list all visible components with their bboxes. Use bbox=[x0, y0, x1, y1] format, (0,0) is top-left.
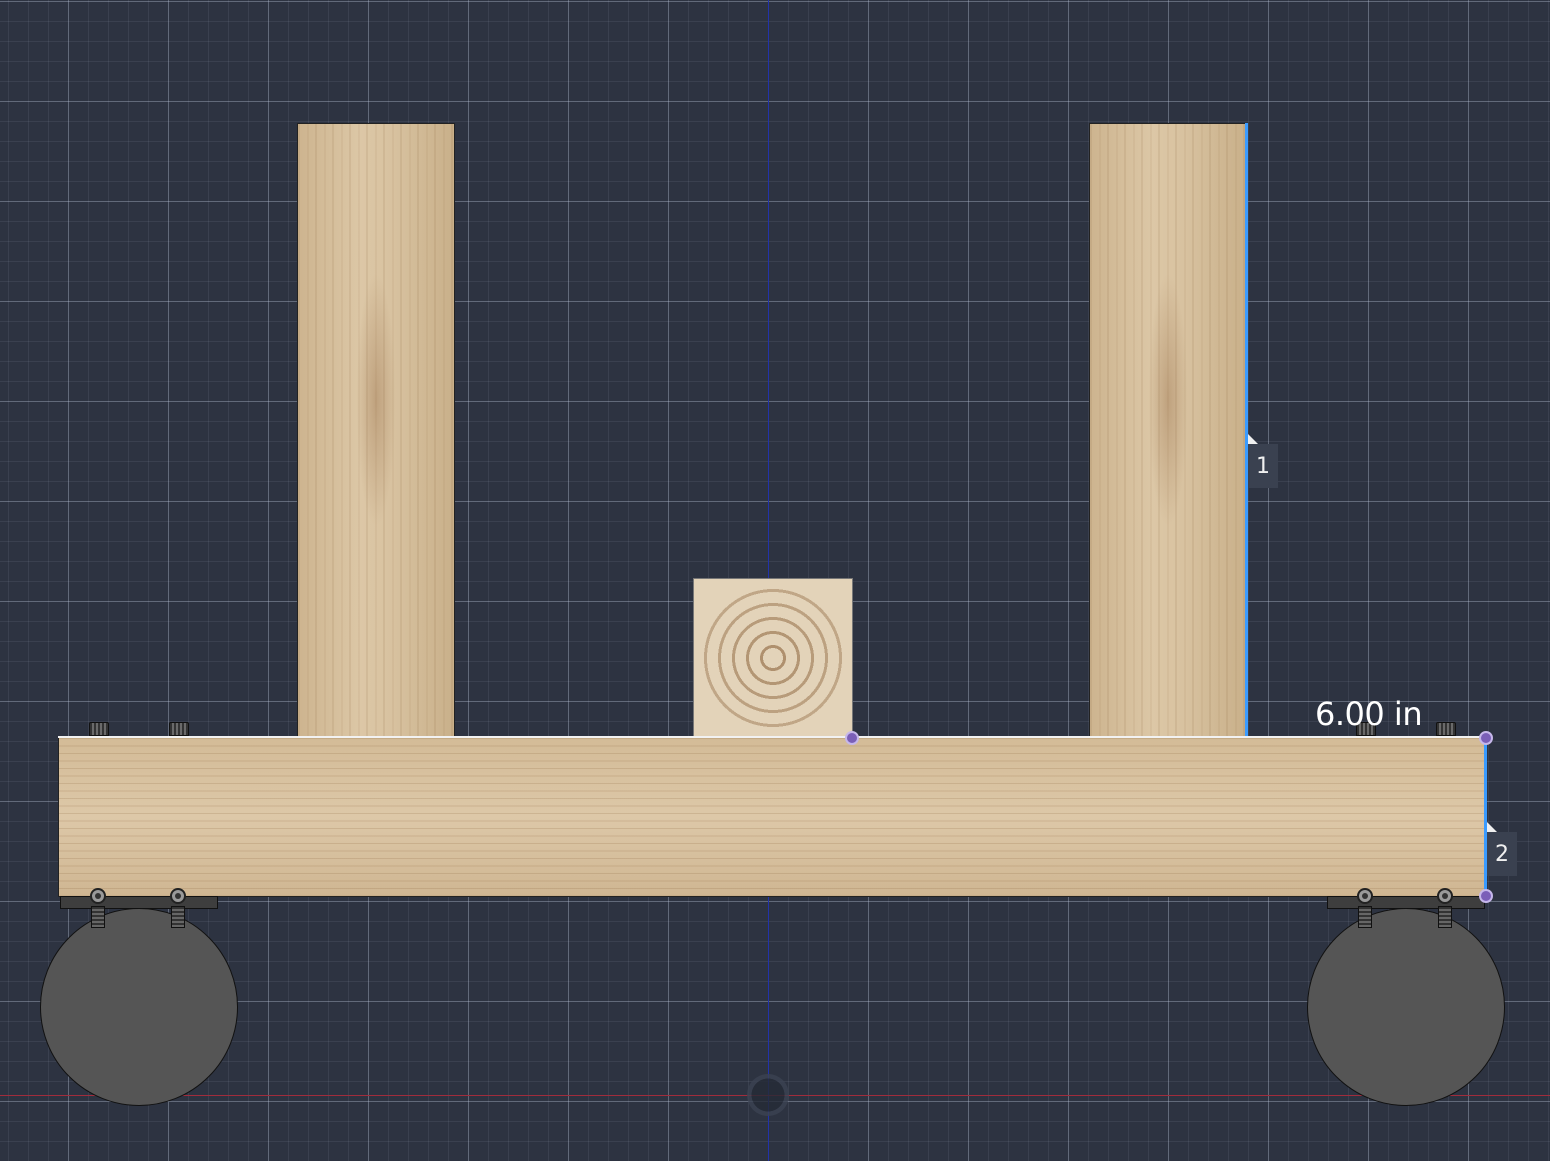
bolt-head-icon bbox=[1357, 888, 1373, 904]
right-post[interactable] bbox=[1089, 123, 1247, 738]
selected-edge-right-post[interactable] bbox=[1245, 123, 1248, 738]
beam-top-edge[interactable] bbox=[58, 736, 1486, 738]
bolt-stem bbox=[91, 906, 105, 928]
bolt-stem bbox=[1358, 906, 1372, 928]
bolt-head-icon bbox=[90, 888, 106, 904]
snap-handle-center[interactable] bbox=[845, 731, 859, 745]
bolt-head-icon bbox=[1437, 888, 1453, 904]
bolt-nut bbox=[169, 722, 189, 736]
constraint-tag-2[interactable]: 2 bbox=[1487, 832, 1517, 876]
base-beam[interactable] bbox=[58, 737, 1486, 897]
cad-canvas[interactable]: 6.00 in 1 2 bbox=[0, 0, 1550, 1161]
snap-handle-top-right[interactable] bbox=[1479, 731, 1493, 745]
caster-wheel-left[interactable] bbox=[40, 908, 238, 1106]
bolt-nut bbox=[89, 722, 109, 736]
bolt-nut bbox=[1436, 722, 1456, 736]
bolt-stem bbox=[171, 906, 185, 928]
bolt-head-icon bbox=[170, 888, 186, 904]
constraint-tag-1[interactable]: 1 bbox=[1248, 444, 1278, 488]
origin-marker-icon[interactable] bbox=[747, 1074, 789, 1116]
end-grain-block[interactable] bbox=[693, 578, 853, 738]
caster-wheel-right[interactable] bbox=[1307, 908, 1505, 1106]
left-post[interactable] bbox=[297, 123, 455, 738]
snap-handle-bottom-right[interactable] bbox=[1479, 889, 1493, 903]
dimension-value-label[interactable]: 6.00 in bbox=[1315, 695, 1423, 733]
bolt-stem bbox=[1438, 906, 1452, 928]
